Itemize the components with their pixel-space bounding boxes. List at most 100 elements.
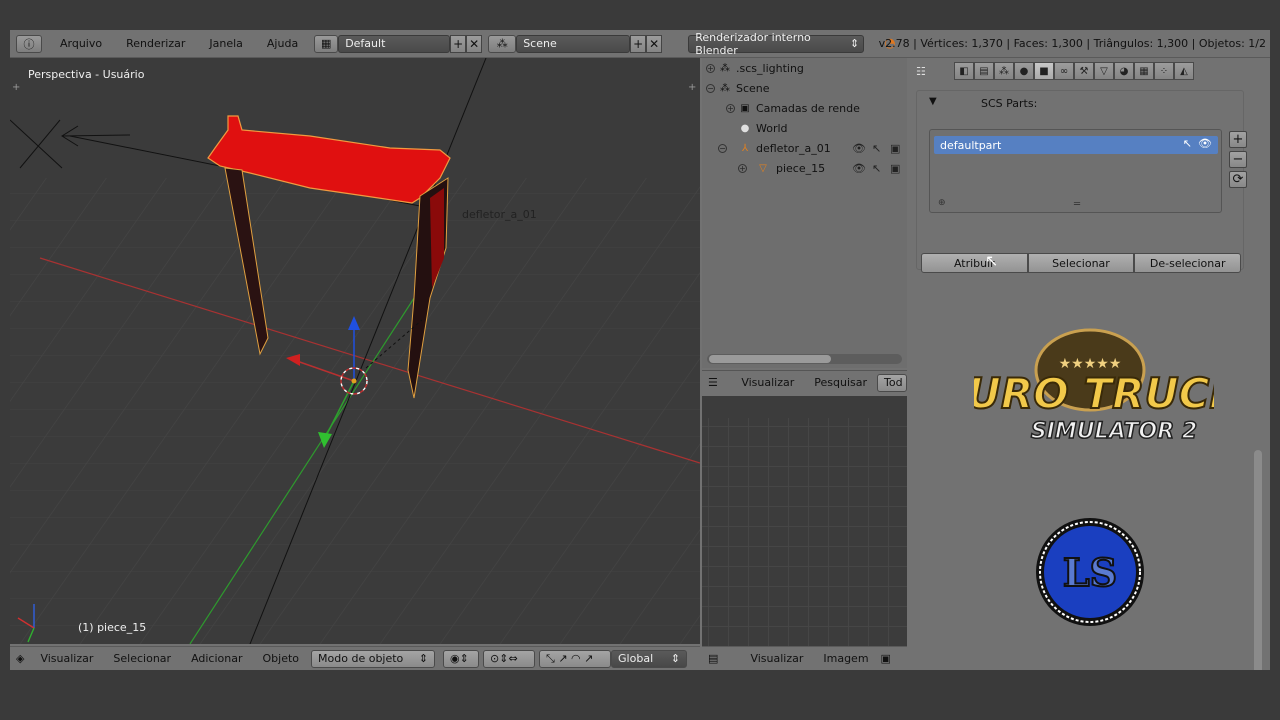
eye-icon[interactable]: 👁 bbox=[852, 162, 866, 175]
outliner-row[interactable]: − ⅄ defletor_a_01 👁 ↖ ▣ bbox=[702, 138, 907, 158]
add-part-button[interactable]: + bbox=[1229, 131, 1247, 148]
blender-window: ⓘ Arquivo Renderizar Janela Ajuda ▦ Defa… bbox=[10, 30, 1270, 670]
render-engine-select[interactable]: Renderizador interno Blender ⇕ bbox=[688, 31, 865, 57]
image-browse-button[interactable]: ▣ bbox=[881, 652, 907, 665]
panel-header[interactable]: ▼ SCS Parts: bbox=[917, 91, 1243, 117]
world-tab-icon[interactable]: ● bbox=[1014, 62, 1034, 80]
menu-ajuda[interactable]: Ajuda bbox=[255, 37, 310, 50]
menu-pesquisar[interactable]: Pesquisar bbox=[804, 376, 877, 389]
shading-select[interactable]: ◉⇕ bbox=[443, 649, 480, 668]
image-icon: ▣ bbox=[880, 652, 891, 665]
render-tab-icon[interactable]: ◧ bbox=[954, 62, 974, 80]
outliner-item-scene[interactable]: Scene bbox=[736, 82, 770, 95]
editor-type-button[interactable]: ◈ bbox=[16, 652, 24, 665]
cursor-icon[interactable]: ↖ bbox=[872, 162, 881, 175]
properties-scrollbar[interactable] bbox=[1254, 450, 1262, 670]
scene-browse-button[interactable]: ⁂ bbox=[488, 34, 517, 53]
menu-janela[interactable]: Janela bbox=[197, 37, 255, 50]
menu-visualizar[interactable]: Visualizar bbox=[731, 376, 804, 389]
scene-tab-icon[interactable]: ⁂ bbox=[994, 62, 1014, 80]
collapse-icon[interactable]: − bbox=[706, 84, 715, 93]
expand-icon[interactable]: + bbox=[726, 104, 735, 113]
outliner-item-defletor[interactable]: defletor_a_01 bbox=[756, 142, 831, 155]
menu-arquivo[interactable]: Arquivo bbox=[48, 37, 114, 50]
outliner-scrollbar[interactable] bbox=[707, 354, 902, 364]
mode-select[interactable]: Modo de objeto ⇕ bbox=[311, 649, 436, 668]
scs-parts-panel: ▼ SCS Parts: defaultpart ↖ 👁 ⊕ ═ + − ⟳ A… bbox=[916, 90, 1247, 273]
view-label: Perspectiva - Usuário bbox=[28, 68, 145, 81]
eye-icon[interactable]: 👁 bbox=[852, 142, 866, 155]
menu-selecionar[interactable]: Selecionar bbox=[103, 652, 181, 665]
editor-type-button[interactable]: ☷ bbox=[916, 65, 944, 78]
data-tab-icon[interactable]: ▽ bbox=[1094, 62, 1114, 80]
collapse-icon[interactable]: − bbox=[718, 144, 727, 153]
select-button[interactable]: Selecionar bbox=[1027, 253, 1135, 273]
pivot-select[interactable]: ⊙⇕⇔ bbox=[483, 649, 536, 668]
editor-type-button[interactable]: ⓘ bbox=[16, 34, 42, 53]
properties-editor[interactable]: ☷ ◧ ▤ ⁂ ● ■ ∞ ⚒ ▽ ◕ ▦ ⁘ ◭ ▼ SCS Parts: d… bbox=[908, 58, 1270, 670]
add-scene-button[interactable]: + bbox=[630, 34, 647, 53]
outliner[interactable]: + ⁂ .scs_lighting − ⁂ Scene + ▣ Camadas … bbox=[702, 58, 907, 368]
parts-list[interactable]: defaultpart ↖ 👁 ⊕ ═ bbox=[929, 129, 1222, 213]
outliner-row[interactable]: ● World bbox=[702, 118, 907, 138]
manipulator-toggles[interactable]: ⤡ ↗ ◠ ↗ bbox=[539, 649, 612, 668]
outliner-item-world[interactable]: World bbox=[756, 122, 788, 135]
texture-tab-icon[interactable]: ▦ bbox=[1134, 62, 1154, 80]
cursor-icon: ↖ bbox=[1182, 137, 1192, 150]
camera-icon[interactable]: ▣ bbox=[890, 142, 900, 155]
refresh-parts-button[interactable]: ⟳ bbox=[1229, 171, 1247, 188]
material-tab-icon[interactable]: ◕ bbox=[1114, 62, 1134, 80]
camera-icon[interactable]: ▣ bbox=[890, 162, 900, 175]
list-item[interactable]: defaultpart ↖ 👁 bbox=[934, 136, 1218, 154]
image-editor[interactable] bbox=[702, 396, 907, 646]
cursor-icon[interactable]: ↖ bbox=[872, 142, 881, 155]
constraints-tab-icon[interactable]: ∞ bbox=[1054, 62, 1074, 80]
expand-icon[interactable]: + bbox=[706, 64, 715, 73]
menu-objeto[interactable]: Objeto bbox=[253, 652, 310, 665]
plus-icon[interactable]: + bbox=[688, 82, 696, 93]
editor-type-button[interactable]: ▤ bbox=[708, 652, 734, 665]
particles-tab-icon[interactable]: ⁘ bbox=[1154, 62, 1174, 80]
updown-icon: ⇕ bbox=[418, 652, 429, 665]
image-editor-header: ▤ Visualizar Imagem ▣ bbox=[702, 646, 907, 670]
modifiers-tab-icon[interactable]: ⚒ bbox=[1074, 62, 1094, 80]
menu-imagem[interactable]: Imagem bbox=[813, 652, 878, 665]
display-mode-button[interactable]: ☰ bbox=[708, 376, 727, 389]
object-tab-icon[interactable]: ■ bbox=[1034, 62, 1054, 80]
outliner-row[interactable]: − ⁂ Scene bbox=[702, 78, 907, 98]
outliner-row[interactable]: + ▽ piece_15 👁 ↖ ▣ bbox=[702, 158, 907, 178]
part-name[interactable]: defaultpart bbox=[940, 139, 1001, 152]
outliner-item-scs-lighting[interactable]: .scs_lighting bbox=[736, 62, 804, 75]
filter-select[interactable]: Tod bbox=[877, 373, 907, 392]
remove-scene-button[interactable]: ✕ bbox=[646, 34, 663, 53]
outliner-row[interactable]: + ⁂ .scs_lighting bbox=[702, 58, 907, 78]
orientation-select[interactable]: Global ⇕ bbox=[611, 649, 688, 668]
add-layout-button[interactable]: + bbox=[450, 34, 467, 53]
outliner-row[interactable]: + ▣ Camadas de rende bbox=[702, 98, 907, 118]
3d-viewport[interactable]: Perspectiva - Usuário defletor_a_01 (1) … bbox=[10, 58, 700, 644]
remove-layout-button[interactable]: ✕ bbox=[466, 34, 483, 53]
expand-icon[interactable]: + bbox=[738, 164, 747, 173]
menu-adicionar[interactable]: Adicionar bbox=[181, 652, 252, 665]
collapse-triangle-icon[interactable]: ▼ bbox=[929, 96, 937, 107]
outliner-item-piece15[interactable]: piece_15 bbox=[776, 162, 825, 175]
layout-field[interactable]: Default bbox=[338, 34, 451, 53]
layout-browse-button[interactable]: ▦ bbox=[314, 34, 339, 53]
add-filter-icon[interactable]: ⊕ bbox=[938, 198, 946, 208]
object-mode-value: Modo de objeto bbox=[318, 652, 404, 665]
deselect-button[interactable]: De-selecionar bbox=[1134, 253, 1242, 273]
resize-handle-icon[interactable]: ═ bbox=[1074, 199, 1080, 210]
scene-field[interactable]: Scene bbox=[516, 34, 631, 53]
outliner-item-render-layers[interactable]: Camadas de rende bbox=[756, 102, 860, 115]
menu-renderizar[interactable]: Renderizar bbox=[114, 37, 197, 50]
menu-visualizar[interactable]: Visualizar bbox=[740, 652, 813, 665]
assign-button[interactable]: Atribuir bbox=[921, 253, 1028, 273]
menu-visualizar[interactable]: Visualizar bbox=[30, 652, 103, 665]
remove-part-button[interactable]: − bbox=[1229, 151, 1247, 168]
scrollbar-thumb[interactable] bbox=[709, 355, 831, 363]
physics-tab-icon[interactable]: ◭ bbox=[1174, 62, 1194, 80]
render-layers-tab-icon[interactable]: ▤ bbox=[974, 62, 994, 80]
eye-icon[interactable]: 👁 bbox=[1198, 137, 1212, 150]
plus-icon[interactable]: + bbox=[12, 82, 20, 93]
scene-icon: ⁂ bbox=[496, 37, 508, 50]
